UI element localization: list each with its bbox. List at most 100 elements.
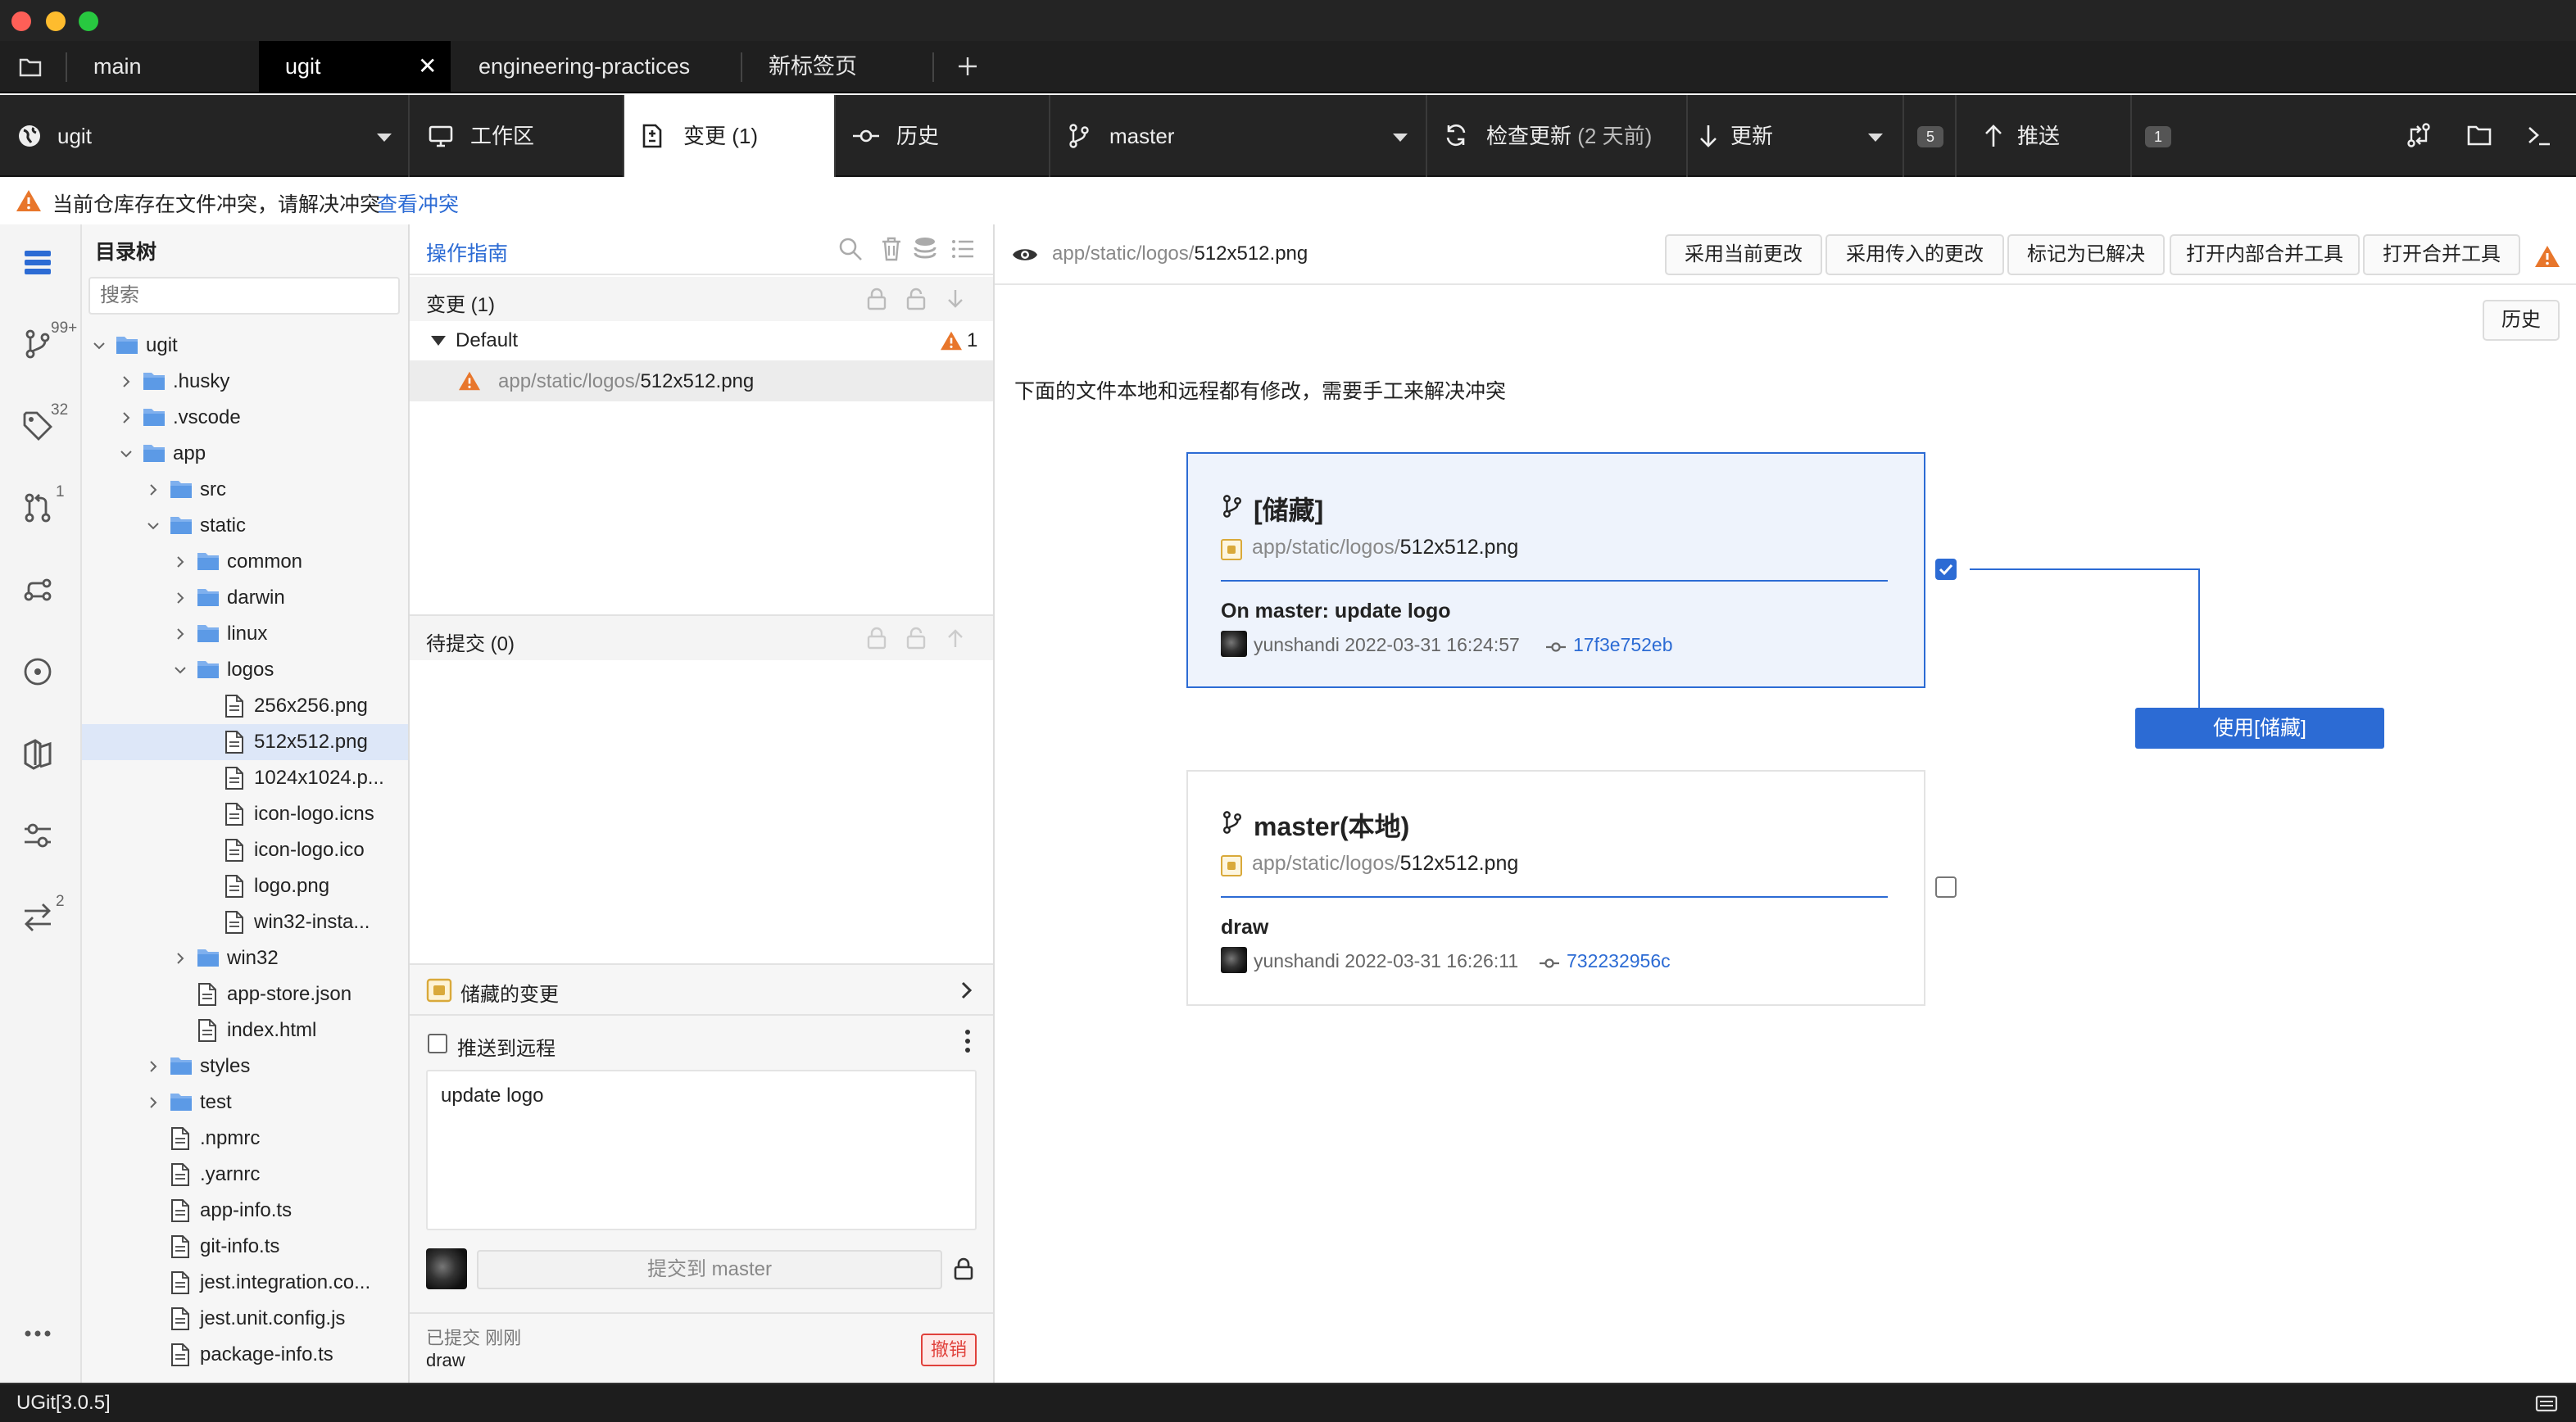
tree-folder-item[interactable]: src — [82, 472, 408, 508]
more-icon[interactable] — [21, 1325, 62, 1345]
mark-resolved-button[interactable]: 标记为已解决 — [2007, 234, 2165, 275]
unlock-icon[interactable] — [905, 626, 927, 650]
tree-file-item[interactable]: jest.unit.config.js — [82, 1301, 408, 1337]
tree-file-item[interactable]: app-info.ts — [82, 1193, 408, 1229]
tree-file-item[interactable]: jest.integration.co... — [82, 1265, 408, 1301]
compare-icon[interactable] — [2406, 121, 2432, 149]
lock-icon[interactable] — [865, 287, 888, 311]
close-window-button[interactable] — [11, 11, 31, 31]
eye-icon[interactable] — [1011, 244, 1039, 265]
add-tab-icon[interactable] — [955, 54, 980, 79]
commit-message-input[interactable]: update logo — [426, 1070, 977, 1230]
keyboard-icon[interactable] — [2535, 1394, 2558, 1414]
tree-file-item[interactable]: 1024x1024.p... — [82, 760, 408, 796]
tree-file-item[interactable]: app-store.json — [82, 976, 408, 1012]
zoom-window-button[interactable] — [79, 11, 98, 31]
chevron-right-icon[interactable] — [119, 374, 134, 389]
terminal-icon[interactable] — [2527, 125, 2551, 147]
chevron-down-icon[interactable] — [92, 338, 107, 353]
close-tab-icon[interactable]: ✕ — [418, 41, 437, 92]
tab-new-tab[interactable]: 新标签页 — [742, 41, 932, 93]
chevron-right-icon[interactable] — [146, 482, 161, 497]
tree-file-item[interactable]: index.html — [82, 1012, 408, 1048]
chevron-right-icon[interactable] — [146, 1095, 161, 1110]
stash-changes-row[interactable]: 储藏的变更 — [410, 965, 993, 1014]
local-select-checkbox[interactable] — [1935, 876, 1957, 898]
chevron-down-icon[interactable] — [1868, 134, 1883, 142]
file-tree-icon[interactable] — [21, 246, 62, 287]
lock-icon[interactable] — [952, 1257, 975, 1281]
tree-file-item[interactable]: git-info.ts — [82, 1229, 408, 1265]
stash-icon[interactable] — [913, 236, 937, 262]
settings-sliders-icon[interactable] — [21, 819, 62, 860]
accept-current-button[interactable]: 采用当前更改 — [1665, 234, 1822, 275]
local-version-card[interactable]: master(本地) app/static/logos/512x512.png … — [1186, 770, 1925, 1006]
tree-folder-item[interactable]: ugit — [82, 328, 408, 364]
stash-version-card[interactable]: [储藏] app/static/logos/512x512.png On mas… — [1186, 452, 1925, 688]
changes-tab[interactable]: 变更 (1) — [624, 95, 836, 177]
tree-folder-item[interactable]: common — [82, 544, 408, 580]
tree-folder-item[interactable]: darwin — [82, 580, 408, 616]
tab-engineering-practices[interactable]: engineering-practices — [452, 41, 741, 93]
chevron-right-icon[interactable] — [173, 555, 188, 569]
view-conflicts-link[interactable]: 查看冲突 — [377, 188, 459, 218]
tree-folder-item[interactable]: .husky — [82, 364, 408, 400]
tree-folder-item[interactable]: logos — [82, 652, 408, 688]
stage-down-icon[interactable] — [946, 288, 965, 310]
tree-folder-item[interactable]: .vscode — [82, 400, 408, 436]
search-icon[interactable] — [837, 236, 864, 262]
minimize-window-button[interactable] — [46, 11, 66, 31]
chevron-right-icon[interactable] — [173, 951, 188, 966]
card-commit-hash[interactable]: 732232956c — [1567, 950, 1671, 972]
use-stash-button[interactable]: 使用[储藏] — [2135, 708, 2384, 749]
chevron-down-icon[interactable] — [146, 519, 161, 533]
guide-link[interactable]: 操作指南 — [426, 238, 508, 267]
trash-icon[interactable] — [880, 236, 903, 262]
tree-folder-item[interactable]: styles — [82, 1048, 408, 1085]
plugin-icon[interactable] — [21, 737, 62, 778]
tree-file-item[interactable]: icon-logo.icns — [82, 796, 408, 832]
check-updates-button[interactable]: 检查更新 (2 天前) — [1427, 95, 1688, 177]
pull-button[interactable]: 更新 — [1688, 95, 1904, 177]
list-icon[interactable] — [950, 238, 975, 260]
tree-file-item[interactable]: logo.png — [82, 868, 408, 904]
chevron-right-icon[interactable] — [119, 410, 134, 425]
tree-file-item[interactable]: win32-insta... — [82, 904, 408, 940]
tree-folder-item[interactable]: linux — [82, 616, 408, 652]
tree-file-item[interactable]: 256x256.png — [82, 688, 408, 724]
undo-button[interactable]: 撤销 — [921, 1334, 977, 1366]
folder-icon[interactable] — [18, 56, 43, 79]
tree-file-item[interactable]: 512x512.png — [82, 724, 408, 760]
open-internal-merge-button[interactable]: 打开内部合并工具 — [2170, 234, 2360, 275]
lock-icon[interactable] — [865, 626, 888, 650]
commit-button[interactable]: 提交到 master — [477, 1250, 942, 1289]
tree-file-item[interactable]: package-info.ts — [82, 1337, 408, 1373]
card-commit-hash[interactable]: 17f3e752eb — [1573, 634, 1673, 656]
tree-file-item[interactable]: icon-logo.ico — [82, 832, 408, 868]
push-button[interactable]: 推送 — [1957, 95, 2132, 177]
open-folder-icon[interactable] — [2466, 123, 2492, 147]
chevron-right-icon[interactable] — [173, 591, 188, 605]
history-tab[interactable]: 历史 — [836, 95, 1050, 177]
target-icon[interactable] — [21, 655, 62, 696]
history-button[interactable]: 历史 — [2483, 300, 2560, 341]
unlock-icon[interactable] — [905, 287, 927, 311]
open-merge-tool-button[interactable]: 打开合并工具 — [2363, 234, 2520, 275]
branch-selector[interactable]: master — [1050, 95, 1427, 177]
workflow-icon[interactable] — [21, 573, 62, 614]
accept-incoming-button[interactable]: 采用传入的更改 — [1825, 234, 2004, 275]
tree-folder-item[interactable]: app — [82, 436, 408, 472]
unstage-up-icon[interactable] — [946, 627, 965, 649]
default-group-row[interactable]: Default 1 — [410, 321, 993, 360]
repo-selector[interactable]: ugit — [0, 95, 410, 177]
push-remote-checkbox[interactable] — [428, 1034, 447, 1053]
tree-folder-item[interactable]: static — [82, 508, 408, 544]
chevron-down-icon[interactable] — [173, 663, 188, 677]
tree-file-item[interactable]: .npmrc — [82, 1121, 408, 1157]
more-vertical-icon[interactable] — [964, 1029, 972, 1053]
stash-select-checkbox[interactable] — [1935, 559, 1957, 580]
tab-main[interactable]: main — [67, 41, 259, 93]
chevron-right-icon[interactable] — [146, 1059, 161, 1074]
tree-folder-item[interactable]: win32 — [82, 940, 408, 976]
chevron-right-icon[interactable] — [173, 627, 188, 641]
